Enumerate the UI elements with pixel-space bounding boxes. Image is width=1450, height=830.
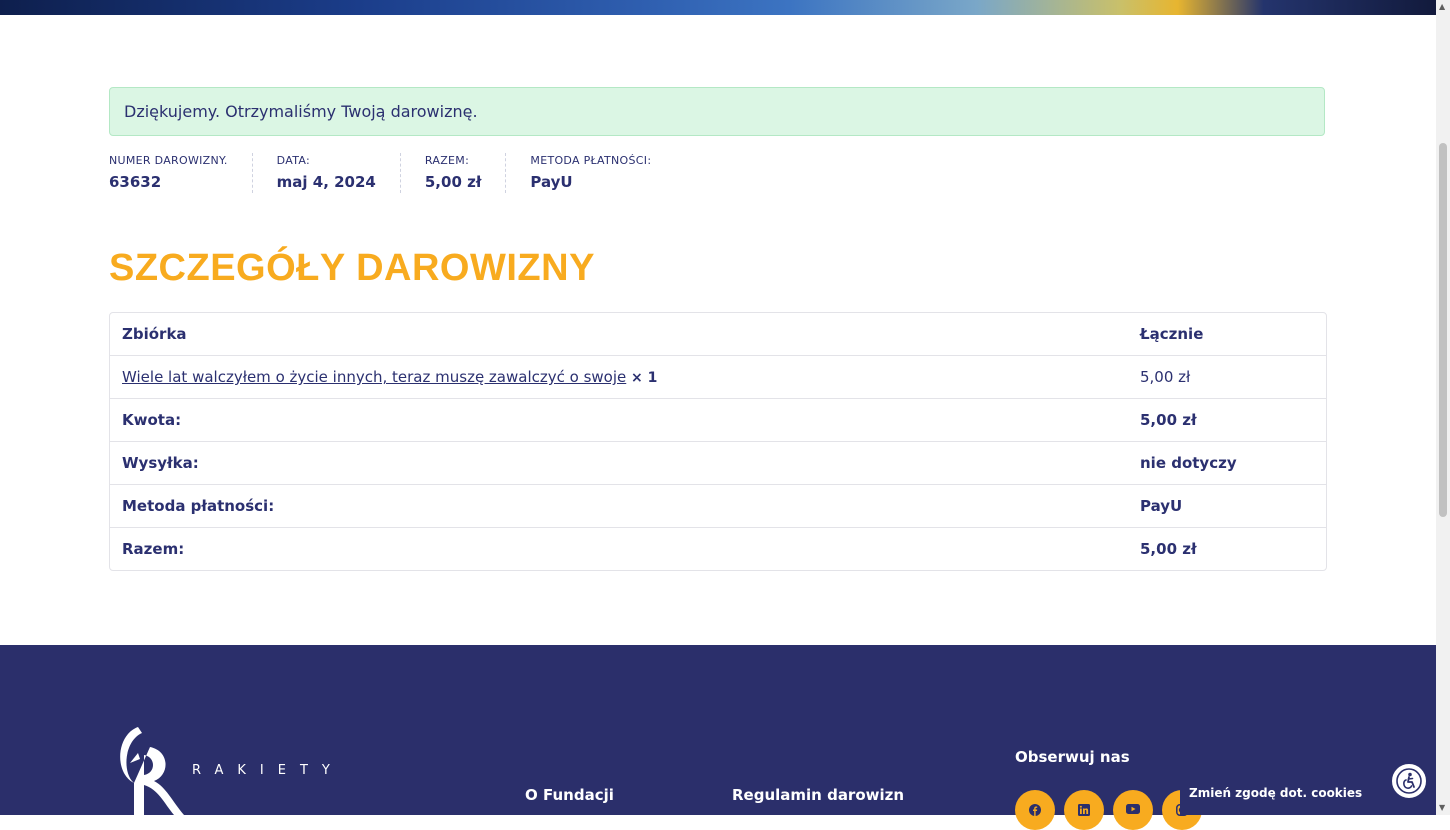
- accessibility-button[interactable]: [1390, 762, 1428, 800]
- overview-value: 63632: [109, 173, 162, 191]
- donation-details-table: Zbiórka Łącznie Wiele lat walczyłem o ży…: [109, 312, 1327, 571]
- overview-payment-method: Metoda płatności: PayU: [505, 153, 675, 193]
- table-header-row: Zbiórka Łącznie: [110, 313, 1326, 355]
- overview-value: 5,00 zł: [424, 173, 482, 191]
- table-row: Metoda płatności: PayU: [110, 484, 1326, 527]
- accessibility-icon: [1396, 768, 1422, 794]
- row-label: Kwota:: [110, 398, 1134, 441]
- overview-label: Metoda płatności:: [530, 154, 652, 167]
- hero-banner-strip: [0, 0, 1436, 15]
- overview-total: Razem: 5,00 zł: [399, 153, 506, 193]
- rakiety-logo[interactable]: [108, 723, 188, 815]
- youtube-icon[interactable]: [1113, 790, 1153, 830]
- cookie-consent-label: Zmień zgodę dot. cookies: [1189, 786, 1363, 800]
- item-quantity: × 1: [631, 370, 658, 386]
- overview-label: Numer darowizny.: [109, 154, 228, 167]
- scroll-down-arrow[interactable]: ▼: [1439, 803, 1445, 812]
- overview-date: Data: maj 4, 2024: [251, 153, 400, 193]
- column-header-total: Łącznie: [1140, 325, 1204, 343]
- follow-us-heading: Obserwuj nas: [1015, 748, 1130, 766]
- row-value: PayU: [1134, 484, 1326, 527]
- row-value: 5,00 zł: [1134, 398, 1326, 441]
- footer-link-about[interactable]: O Fundacji: [525, 786, 614, 804]
- column-header-campaign: Zbiórka: [122, 325, 187, 343]
- campaign-cell: Wiele lat walczyłem o życie innych, tera…: [110, 355, 1134, 398]
- table-row: Razem: 5,00 zł: [110, 527, 1326, 570]
- linkedin-icon[interactable]: [1064, 790, 1104, 830]
- row-value: nie dotyczy: [1134, 441, 1326, 484]
- scrollbar-thumb[interactable]: [1439, 143, 1447, 517]
- donation-overview: Numer darowizny. 63632 Data: maj 4, 2024…: [109, 153, 675, 193]
- donation-details-heading: SZCZEGÓŁY DAROWIZNY: [109, 247, 595, 289]
- scroll-up-arrow[interactable]: ▲: [1439, 2, 1445, 11]
- page-scrollbar[interactable]: ▲ ▼: [1436, 0, 1450, 815]
- table-row: Kwota: 5,00 zł: [110, 398, 1326, 441]
- overview-value: maj 4, 2024: [276, 173, 376, 191]
- row-label: Razem:: [110, 527, 1134, 570]
- item-total: 5,00 zł: [1134, 355, 1326, 398]
- brand-name: RAKIETY: [192, 763, 344, 778]
- table-row: Wiele lat walczyłem o życie innych, tera…: [110, 355, 1326, 398]
- cookie-consent-button[interactable]: Zmień zgodę dot. cookies: [1180, 778, 1370, 815]
- overview-value: PayU: [530, 173, 573, 191]
- footer-link-terms[interactable]: Regulamin darowizn: [732, 786, 904, 804]
- overview-label: Razem:: [424, 154, 470, 167]
- table-row: Wysyłka: nie dotyczy: [110, 441, 1326, 484]
- row-label: Wysyłka:: [110, 441, 1134, 484]
- overview-donation-number: Numer darowizny. 63632: [109, 153, 252, 193]
- row-label: Metoda płatności:: [110, 484, 1134, 527]
- overview-label: Data:: [276, 154, 310, 167]
- campaign-link[interactable]: Wiele lat walczyłem o życie innych, tera…: [122, 368, 626, 386]
- row-value: 5,00 zł: [1134, 527, 1326, 570]
- success-notice: Dziękujemy. Otrzymaliśmy Twoją darowiznę…: [109, 87, 1325, 136]
- notice-text: Dziękujemy. Otrzymaliśmy Twoją darowiznę…: [124, 102, 478, 121]
- facebook-icon[interactable]: [1015, 790, 1055, 830]
